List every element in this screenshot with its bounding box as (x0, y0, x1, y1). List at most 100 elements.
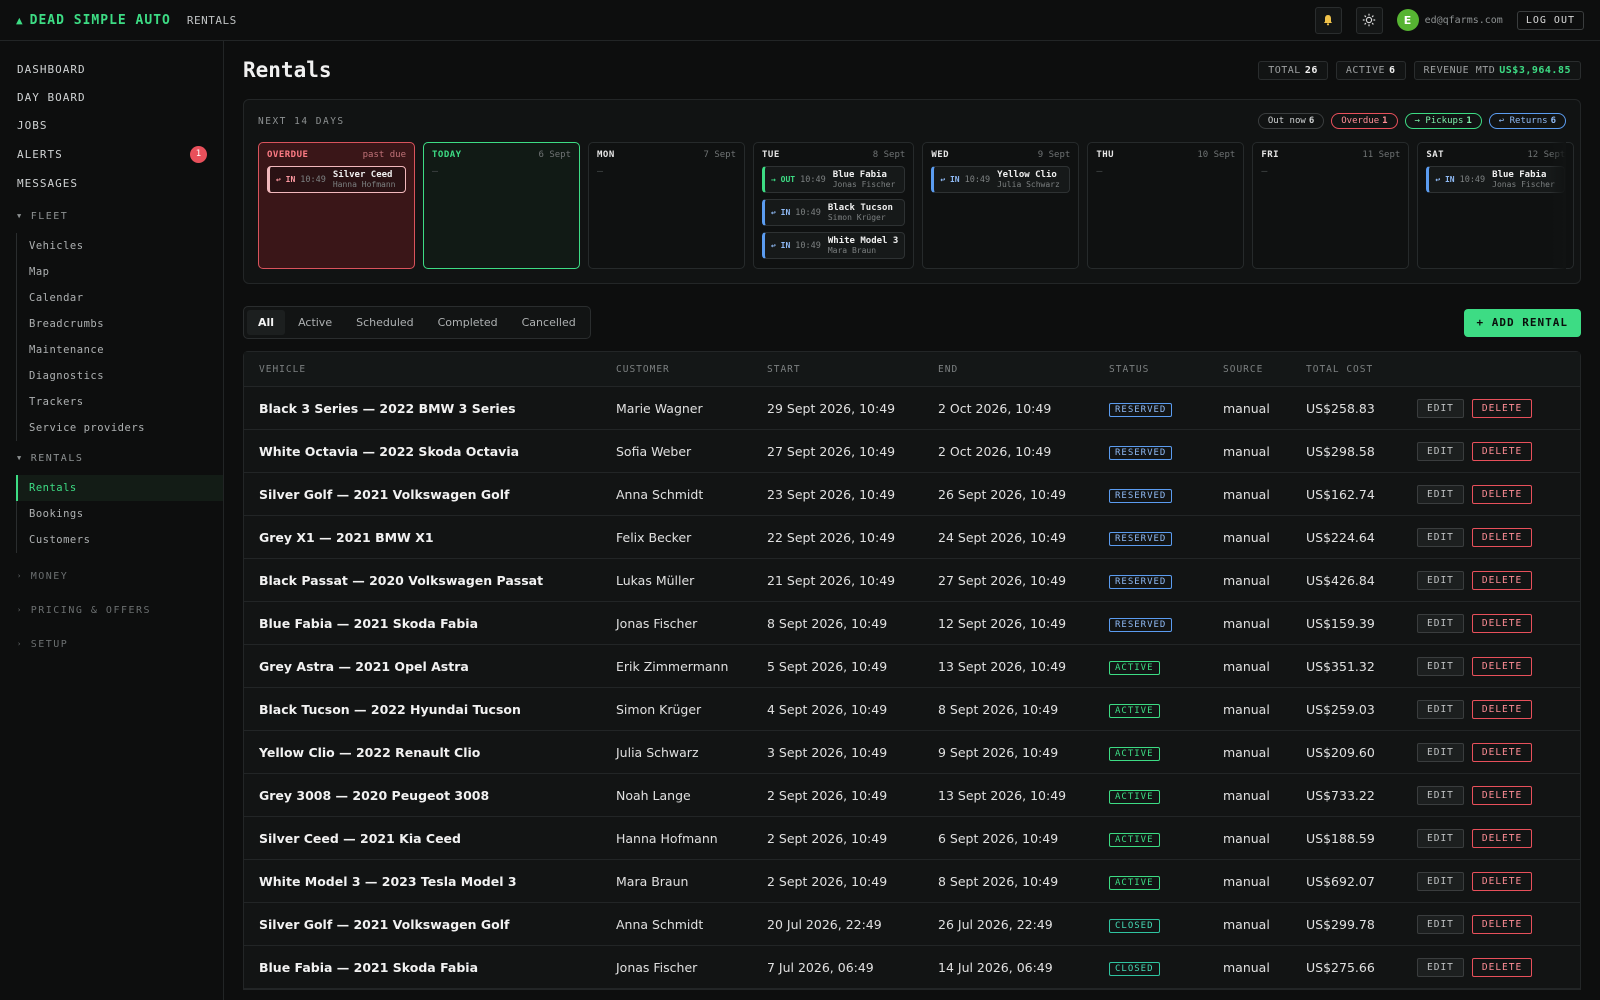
delete-button[interactable]: DELETE (1471, 957, 1533, 977)
cell-start: 3 Sept 2026, 10:49 (767, 744, 888, 760)
section-money[interactable]: › MONEY (0, 559, 223, 593)
tab-cancelled[interactable]: Cancelled (511, 310, 587, 335)
brand[interactable]: ▲ DEAD SIMPLE AUTO (16, 13, 171, 28)
edit-button[interactable]: EDIT (1417, 441, 1464, 461)
table-row[interactable]: Blue Fabia — 2021 Skoda Fabia Jonas Fisch… (244, 602, 1580, 645)
table-row[interactable]: White Model 3 — 2023 Tesla Model 3 Mara B… (244, 860, 1580, 903)
sidebar-item-bookings[interactable]: Bookings (17, 501, 223, 527)
delete-button[interactable]: DELETE (1471, 699, 1533, 719)
schedule-event[interactable]: ↩ IN 10:49 Yellow Clio Julia Schwarz (931, 166, 1071, 193)
chip-overdue[interactable]: Overdue 1 (1331, 113, 1398, 129)
edit-button[interactable]: EDIT (1417, 785, 1464, 805)
cell-total-cost: US$275.66 (1306, 959, 1375, 975)
table-row[interactable]: Grey 3008 — 2020 Peugeot 3008 Noah Lange 2… (244, 774, 1580, 817)
tab-scheduled[interactable]: Scheduled (345, 310, 425, 335)
edit-button[interactable]: EDIT (1417, 527, 1464, 547)
table-row[interactable]: Grey Astra — 2021 Opel Astra Erik Zimmerm… (244, 645, 1580, 688)
table-row[interactable]: White Octavia — 2022 Skoda Octavia Sofia … (244, 430, 1580, 473)
section-fleet[interactable]: ▼ FLEET (0, 199, 223, 233)
delete-button[interactable]: DELETE (1471, 484, 1533, 504)
sidebar-item-breadcrumbs[interactable]: Breadcrumbs (17, 311, 223, 337)
edit-button[interactable]: EDIT (1417, 699, 1464, 719)
edit-button[interactable]: EDIT (1417, 484, 1464, 504)
section-pricing-offers[interactable]: › PRICING & OFFERS (0, 593, 223, 627)
sidebar-item-diagnostics[interactable]: Diagnostics (17, 363, 223, 389)
delete-button[interactable]: DELETE (1471, 656, 1533, 676)
sidebar-item-calendar[interactable]: Calendar (17, 285, 223, 311)
schedule-event[interactable]: ↩ IN 10:49 Black Tucson Simon Krüger (762, 199, 906, 226)
day-column: MON 7 Sept — (588, 142, 745, 269)
edit-button[interactable]: EDIT (1417, 656, 1464, 676)
sidebar-item-rentals[interactable]: Rentals (16, 475, 223, 501)
cell-total-cost: US$224.64 (1306, 529, 1375, 545)
table-row[interactable]: Silver Golf — 2021 Volkswagen Golf Anna S… (244, 473, 1580, 516)
cell-total-cost: US$259.03 (1306, 701, 1375, 717)
cell-total-cost: US$692.07 (1306, 873, 1375, 889)
edit-button[interactable]: EDIT (1417, 398, 1464, 418)
col-source[interactable]: SOURCE (1223, 364, 1306, 375)
delete-button[interactable]: DELETE (1471, 742, 1533, 762)
row-actions: EDIT DELETE (1417, 871, 1533, 891)
edit-button[interactable]: EDIT (1417, 914, 1464, 934)
col-end[interactable]: END (938, 364, 1109, 375)
tab-completed[interactable]: Completed (427, 310, 509, 335)
delete-button[interactable]: DELETE (1471, 828, 1533, 848)
table-row[interactable]: Grey X1 — 2021 BMW X1 Felix Becker 22 Sept… (244, 516, 1580, 559)
sidebar-item-customers[interactable]: Customers (17, 527, 223, 553)
col-vehicle[interactable]: VEHICLE (244, 364, 616, 375)
delete-button[interactable]: DELETE (1471, 441, 1533, 461)
delete-button[interactable]: DELETE (1471, 613, 1533, 633)
table-row[interactable]: Black 3 Series — 2022 BMW 3 Series Marie … (244, 387, 1580, 430)
col-total-cost[interactable]: TOTAL COST (1306, 364, 1417, 375)
bell-icon[interactable] (1314, 6, 1342, 34)
delete-button[interactable]: DELETE (1471, 398, 1533, 418)
cell-end: 12 Sept 2026, 10:49 (938, 615, 1067, 631)
schedule-event[interactable]: → OUT 10:49 Blue Fabia Jonas Fischer (762, 166, 906, 193)
table-row[interactable]: Silver Golf — 2021 Volkswagen Golf Anna S… (244, 903, 1580, 946)
nav-day-board[interactable]: DAY BOARD (0, 83, 223, 111)
stat-total-value: 26 (1304, 64, 1318, 76)
delete-button[interactable]: DELETE (1471, 527, 1533, 547)
edit-button[interactable]: EDIT (1417, 957, 1464, 977)
edit-button[interactable]: EDIT (1417, 742, 1464, 762)
tab-active[interactable]: Active (287, 310, 343, 335)
sidebar-item-trackers[interactable]: Trackers (17, 389, 223, 415)
edit-button[interactable]: EDIT (1417, 828, 1464, 848)
delete-button[interactable]: DELETE (1471, 785, 1533, 805)
table-row[interactable]: Black Tucson — 2022 Hyundai Tucson Simon … (244, 688, 1580, 731)
schedule-event[interactable]: ↩ IN 10:49 Blue Fabia Jonas Fischer (1426, 166, 1566, 193)
col-status[interactable]: STATUS (1109, 364, 1223, 375)
edit-button[interactable]: EDIT (1417, 613, 1464, 633)
table-row[interactable]: Black Passat — 2020 Volkswagen Passat Luk… (244, 559, 1580, 602)
sidebar-item-service-providers[interactable]: Service providers (17, 415, 223, 441)
edit-button[interactable]: EDIT (1417, 871, 1464, 891)
nav-jobs[interactable]: JOBS (0, 111, 223, 139)
table-row[interactable]: Blue Fabia — 2021 Skoda Fabia Jonas Fisch… (244, 946, 1580, 989)
chip-out-now[interactable]: Out now 6 (1257, 113, 1325, 129)
nav-messages[interactable]: MESSAGES (0, 169, 223, 197)
chip-pickups[interactable]: → Pickups 1 (1404, 113, 1482, 129)
delete-button[interactable]: DELETE (1471, 871, 1533, 891)
nav-alerts[interactable]: ALERTS 1 (0, 139, 223, 169)
add-rental-button[interactable]: + ADD RENTAL (1463, 308, 1581, 337)
theme-toggle-sun-icon[interactable] (1355, 6, 1383, 34)
section-rentals[interactable]: ▼ RENTALS (0, 441, 223, 475)
table-row[interactable]: Silver Ceed — 2021 Kia Ceed Hanna Hofmann… (244, 817, 1580, 860)
sidebar-item-map[interactable]: Map (17, 259, 223, 285)
schedule-event[interactable]: ↩ IN 10:49 Silver Ceed Hanna Hofmann (267, 166, 406, 193)
sidebar-item-maintenance[interactable]: Maintenance (17, 337, 223, 363)
logout-button[interactable]: LOG OUT (1516, 10, 1584, 30)
section-setup[interactable]: › SETUP (0, 627, 223, 661)
avatar[interactable]: E (1396, 9, 1419, 31)
delete-button[interactable]: DELETE (1471, 914, 1533, 934)
tab-all[interactable]: All (247, 310, 286, 335)
table-row[interactable]: Yellow Clio — 2022 Renault Clio Julia Sch… (244, 731, 1580, 774)
nav-dashboard[interactable]: DASHBOARD (0, 55, 223, 83)
delete-button[interactable]: DELETE (1471, 570, 1533, 590)
sidebar-item-vehicles[interactable]: Vehicles (17, 233, 223, 259)
schedule-event[interactable]: ↩ IN 10:49 White Model 3 Mara Braun (762, 232, 906, 259)
chip-returns[interactable]: ↩ Returns 6 (1488, 113, 1566, 129)
col-customer[interactable]: CUSTOMER (616, 364, 767, 375)
col-start[interactable]: START (767, 364, 938, 375)
edit-button[interactable]: EDIT (1417, 570, 1464, 590)
